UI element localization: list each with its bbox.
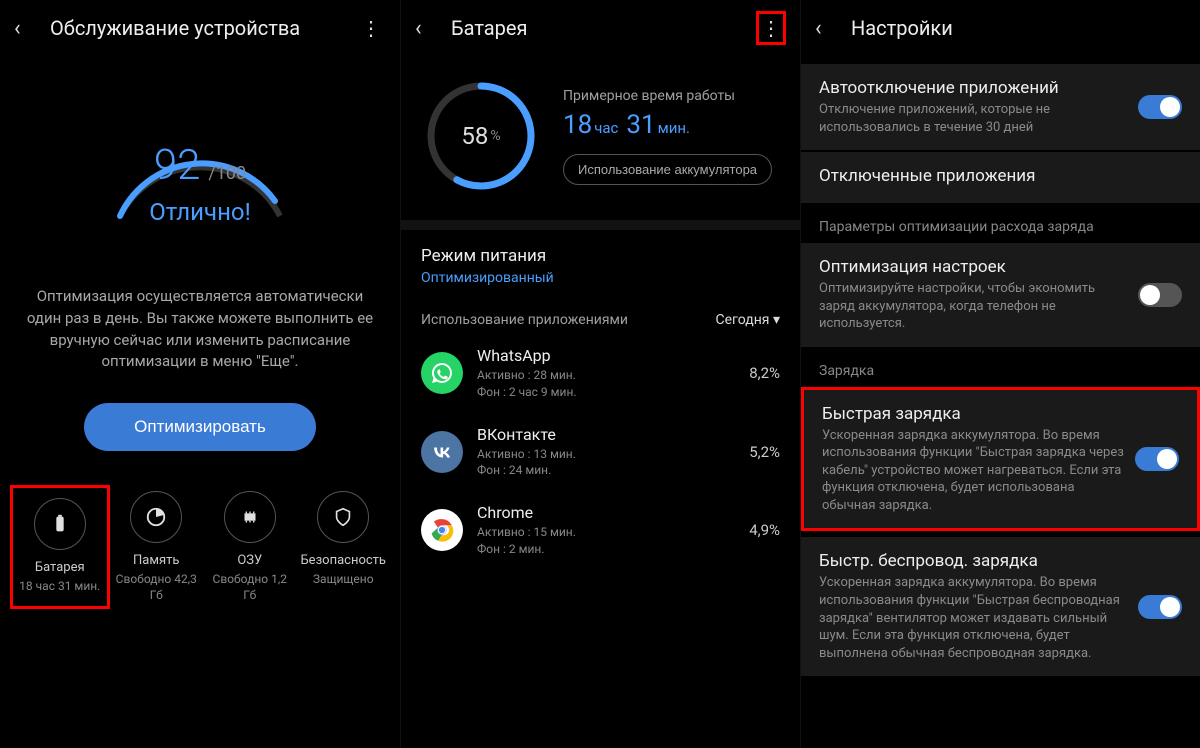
setting-desc: Ускоренная зарядка аккумулятора. Во врем… bbox=[822, 427, 1127, 515]
score-value: 92 bbox=[154, 141, 201, 190]
app-percent: 4,9% bbox=[749, 521, 780, 539]
battery-summary: 58% Примерное время работы 18час 31мин. … bbox=[401, 56, 800, 206]
setting-title: Оптимизация настроек bbox=[819, 257, 1130, 277]
memory-tile[interactable]: ОЗУ Свободно 1,2 Гб bbox=[203, 485, 297, 609]
toggle-switch[interactable] bbox=[1138, 595, 1182, 619]
shield-icon bbox=[332, 506, 354, 528]
battery-ring: 58% bbox=[421, 76, 541, 196]
page-title: Обслуживание устройства bbox=[50, 16, 356, 40]
tile-sub: Свободно 1,2 Гб bbox=[203, 572, 297, 603]
toggle-switch[interactable] bbox=[1138, 283, 1182, 307]
setting-title: Автоотключение приложений bbox=[819, 78, 1130, 98]
score-max: /100 bbox=[208, 163, 246, 184]
runtime-value: 18час 31мин. bbox=[563, 110, 780, 140]
more-icon[interactable]: ⋮ bbox=[756, 11, 786, 45]
disabled-apps-row[interactable]: Отключенные приложения bbox=[801, 152, 1200, 203]
memory-icon bbox=[239, 506, 261, 528]
battery-screen: ‹ Батарея ⋮ 58% Примерное время работы 1… bbox=[400, 0, 800, 748]
battery-tile[interactable]: Батарея 18 час 31 мин. bbox=[10, 485, 110, 609]
runtime-label: Примерное время работы bbox=[563, 88, 780, 104]
tile-sub: Свободно 42,3 Гб bbox=[110, 572, 204, 603]
device-care-screen: ‹ Обслуживание устройства ⋮ 92 /100 Отли… bbox=[0, 0, 400, 748]
back-icon[interactable]: ‹ bbox=[415, 16, 439, 41]
tile-label: Батарея bbox=[13, 560, 107, 575]
whatsapp-icon bbox=[421, 352, 463, 394]
app-percent: 5,2% bbox=[749, 443, 780, 461]
app-name: ВКонтакте bbox=[477, 425, 749, 444]
power-mode-value: Оптимизированный bbox=[421, 270, 780, 286]
tile-sub: 18 час 31 мин. bbox=[13, 579, 107, 595]
setting-desc: Ускоренная зарядка аккумулятора. Во врем… bbox=[819, 574, 1130, 662]
apps-header: Использование приложениями Сегодня ▾ bbox=[401, 302, 800, 334]
setting-desc: Отключение приложений, которые не исполь… bbox=[819, 101, 1130, 136]
optimize-button[interactable]: Оптимизировать bbox=[84, 403, 316, 451]
fast-wireless-charging-row[interactable]: Быстр. беспровод. зарядка Ускоренная зар… bbox=[801, 537, 1200, 676]
header: ‹ Настройки bbox=[801, 0, 1200, 56]
apps-usage-label: Использование приложениями bbox=[421, 312, 628, 328]
optimize-settings-row[interactable]: Оптимизация настроек Оптимизируйте настр… bbox=[801, 243, 1200, 347]
header: ‹ Обслуживание устройства ⋮ bbox=[0, 0, 400, 56]
app-name: WhatsApp bbox=[477, 346, 749, 365]
more-icon[interactable]: ⋮ bbox=[356, 16, 386, 40]
tile-label: Безопасность bbox=[297, 553, 391, 568]
app-row[interactable]: WhatsApp Активно : 28 мин.Фон : 2 час 9 … bbox=[401, 334, 800, 413]
battery-percent: 58% bbox=[421, 76, 541, 196]
app-meta: Активно : 15 мин.Фон : 2 мин. bbox=[477, 524, 749, 558]
page-title: Батарея bbox=[451, 16, 756, 40]
settings-screen: ‹ Настройки Автоотключение приложений От… bbox=[800, 0, 1200, 748]
score-gauge: 92 /100 Отлично! bbox=[0, 86, 400, 226]
storage-icon bbox=[145, 506, 167, 528]
app-row[interactable]: Chrome Активно : 15 мин.Фон : 2 мин. 4,9… bbox=[401, 491, 800, 570]
chrome-icon bbox=[421, 509, 463, 551]
battery-usage-button[interactable]: Использование аккумулятора bbox=[563, 154, 772, 185]
period-selector[interactable]: Сегодня ▾ bbox=[716, 312, 780, 328]
storage-tile[interactable]: Память Свободно 42,3 Гб bbox=[110, 485, 204, 609]
security-tile[interactable]: Безопасность Защищено bbox=[297, 485, 391, 609]
header: ‹ Батарея ⋮ bbox=[401, 0, 800, 56]
setting-title: Быстр. беспровод. зарядка bbox=[819, 551, 1130, 571]
app-meta: Активно : 13 мин.Фон : 24 мин. bbox=[477, 446, 749, 480]
power-mode-title: Режим питания bbox=[421, 246, 780, 266]
tiles-row: Батарея 18 час 31 мин. Память Свободно 4… bbox=[0, 485, 400, 609]
back-icon[interactable]: ‹ bbox=[14, 16, 38, 41]
section-header: Параметры оптимизации расхода заряда bbox=[801, 205, 1200, 243]
tile-sub: Защищено bbox=[297, 572, 391, 588]
setting-title: Отключенные приложения bbox=[819, 166, 1174, 186]
app-meta: Активно : 28 мин.Фон : 2 час 9 мин. bbox=[477, 367, 749, 401]
toggle-switch[interactable] bbox=[1135, 447, 1179, 471]
back-icon[interactable]: ‹ bbox=[815, 16, 839, 41]
section-header: Зарядка bbox=[801, 349, 1200, 387]
power-mode-row[interactable]: Режим питания Оптимизированный bbox=[401, 230, 800, 302]
description-text: Оптимизация осуществляется автоматически… bbox=[0, 286, 400, 373]
tile-label: Память bbox=[110, 553, 204, 568]
app-row[interactable]: ВКонтакте Активно : 13 мин.Фон : 24 мин.… bbox=[401, 413, 800, 492]
setting-desc: Оптимизируйте настройки, чтобы экономить… bbox=[819, 280, 1130, 333]
setting-title: Быстрая зарядка bbox=[822, 404, 1127, 424]
tile-label: ОЗУ bbox=[203, 553, 297, 568]
score-status: Отлично! bbox=[0, 198, 400, 226]
fast-charging-row[interactable]: Быстрая зарядка Ускоренная зарядка аккум… bbox=[801, 387, 1200, 532]
app-name: Chrome bbox=[477, 503, 749, 522]
auto-disable-apps-row[interactable]: Автоотключение приложений Отключение при… bbox=[801, 64, 1200, 150]
page-title: Настройки bbox=[851, 16, 1186, 40]
battery-icon bbox=[49, 513, 71, 535]
vk-icon bbox=[421, 431, 463, 473]
toggle-switch[interactable] bbox=[1138, 95, 1182, 119]
app-percent: 8,2% bbox=[749, 364, 780, 382]
